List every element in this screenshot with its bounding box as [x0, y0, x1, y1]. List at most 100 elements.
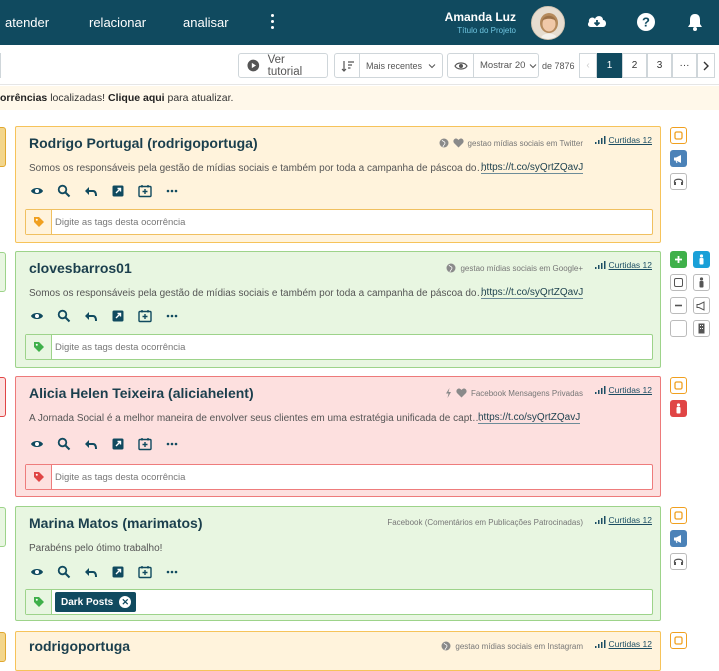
card-curtidas[interactable]: Curtidas 12	[594, 515, 652, 525]
nav-analisar[interactable]: analisar	[183, 15, 229, 30]
minus-icon[interactable]	[670, 297, 687, 314]
headset-icon[interactable]	[670, 173, 687, 190]
show-count-select[interactable]: Mostrar 20	[447, 53, 539, 78]
more-menu-icon[interactable]	[268, 11, 276, 33]
open-external-icon[interactable]	[111, 565, 125, 579]
occurrence-card[interactable]: Marina Matos (marimatos) Facebook (Comen…	[15, 506, 661, 621]
view-icon[interactable]	[30, 437, 44, 451]
building-icon[interactable]	[693, 320, 710, 337]
card-selection-thumb[interactable]	[0, 127, 6, 167]
curtidas-label: Curtidas 12	[608, 639, 652, 649]
card-curtidas[interactable]: Curtidas 12	[594, 639, 652, 649]
add-event-icon[interactable]	[138, 437, 152, 451]
card-author[interactable]: Rodrigo Portugal (rodrigoportuga)	[29, 135, 258, 151]
remove-tag-icon[interactable]: ✕	[119, 596, 132, 608]
more-pages-button[interactable]: ···	[672, 53, 697, 78]
person-icon[interactable]	[670, 400, 687, 417]
card-selection-thumb[interactable]	[0, 252, 6, 292]
view-icon[interactable]	[30, 184, 44, 198]
occurrence-card[interactable]: rodrigoportuga gestao mídias sociais em …	[15, 631, 661, 671]
page-1-button[interactable]: 1	[597, 53, 622, 78]
reply-icon[interactable]	[84, 437, 98, 451]
occurrence-card[interactable]: clovesbarros01 gestao mídias sociais em …	[15, 251, 661, 368]
heart-icon[interactable]	[456, 388, 467, 398]
card-selection-thumb[interactable]	[0, 377, 6, 417]
search-icon[interactable]	[57, 437, 71, 451]
megaphone-icon[interactable]	[670, 530, 687, 547]
more-icon[interactable]	[165, 437, 179, 451]
reply-icon[interactable]	[84, 565, 98, 579]
heart-icon[interactable]	[452, 138, 464, 148]
card-author[interactable]: rodrigoportuga	[29, 638, 130, 654]
card-author[interactable]: clovesbarros01	[29, 260, 132, 276]
help-icon[interactable]: ?	[635, 11, 657, 33]
eye-icon	[454, 61, 468, 70]
tag-placeholder: Digite as tags desta ocorrência	[55, 216, 186, 228]
project-name[interactable]: Título do Projeto	[457, 26, 516, 35]
card-selection-thumb[interactable]	[0, 632, 6, 662]
tag-input[interactable]: Digite as tags desta ocorrência	[25, 209, 653, 235]
tag-input[interactable]: Digite as tags desta ocorrência	[25, 334, 653, 360]
card-author[interactable]: Marina Matos (marimatos)	[29, 515, 202, 531]
reply-icon[interactable]	[84, 309, 98, 323]
view-icon[interactable]	[30, 309, 44, 323]
sort-select[interactable]: Mais recentes	[334, 53, 443, 78]
empty-button[interactable]	[670, 320, 687, 337]
notifications-bell-icon[interactable]	[684, 11, 706, 33]
card-link[interactable]: https://t.co/syQrtZQavJ	[481, 162, 584, 174]
prev-page-button[interactable]: ‹	[579, 53, 597, 78]
headset-icon[interactable]	[670, 553, 687, 570]
open-external-icon[interactable]	[111, 184, 125, 198]
card-author[interactable]: Alicia Helen Teixeira (aliciahelent)	[29, 385, 254, 401]
tutorial-button[interactable]: Ver tutorial	[238, 53, 328, 78]
megaphone-outline-icon[interactable]	[693, 297, 710, 314]
card-selection-thumb[interactable]	[0, 507, 6, 547]
cloud-download-icon[interactable]	[586, 11, 608, 33]
person-icon[interactable]	[693, 251, 710, 268]
view-icon[interactable]	[30, 565, 44, 579]
status-pending-button[interactable]	[670, 127, 687, 144]
card-link[interactable]: https://t.co/syQrtZQavJ	[478, 412, 581, 424]
more-icon[interactable]	[165, 184, 179, 198]
card-curtidas[interactable]: Curtidas 12	[594, 135, 652, 145]
card-source: gestao mídias sociais em Google+	[446, 263, 583, 273]
card-text: Somos os responsáveis pela gestão de míd…	[29, 288, 487, 299]
status-pending-button[interactable]	[670, 377, 687, 394]
tag-chip[interactable]: Dark Posts ✕	[55, 592, 137, 612]
status-pending-button[interactable]	[670, 632, 687, 649]
page-2-button[interactable]: 2	[622, 53, 647, 78]
reply-icon[interactable]	[84, 184, 98, 198]
avatar[interactable]	[531, 6, 565, 40]
person-outline-icon[interactable]	[693, 274, 710, 291]
next-page-button[interactable]	[697, 53, 715, 78]
more-icon[interactable]	[165, 309, 179, 323]
card-link[interactable]: https://t.co/syQrtZQavJ	[481, 287, 584, 299]
card-source: gestao mídias sociais em Twitter	[439, 138, 583, 148]
refresh-link[interactable]: Clique aqui	[108, 92, 165, 104]
open-external-icon[interactable]	[111, 309, 125, 323]
status-pending-button[interactable]	[670, 507, 687, 524]
add-event-icon[interactable]	[138, 309, 152, 323]
nav-atender[interactable]: atender	[5, 15, 49, 30]
tag-input[interactable]: Dark Posts ✕	[25, 589, 653, 615]
page-3-button[interactable]: 3	[647, 53, 672, 78]
user-name[interactable]: Amanda Luz	[445, 10, 516, 24]
nav-relacionar[interactable]: relacionar	[89, 15, 146, 30]
card-curtidas[interactable]: Curtidas 12	[594, 260, 652, 270]
search-icon[interactable]	[57, 309, 71, 323]
card-actions	[30, 184, 179, 198]
add-event-icon[interactable]	[138, 184, 152, 198]
search-icon[interactable]	[57, 565, 71, 579]
more-icon[interactable]	[165, 565, 179, 579]
megaphone-icon[interactable]	[670, 150, 687, 167]
card-text: Somos os responsáveis pela gestão de míd…	[29, 163, 487, 174]
search-icon[interactable]	[57, 184, 71, 198]
occurrence-card[interactable]: Rodrigo Portugal (rodrigoportuga) gestao…	[15, 126, 661, 243]
add-button[interactable]	[670, 251, 687, 268]
checkbox-icon[interactable]	[670, 274, 687, 291]
tag-input[interactable]: Digite as tags desta ocorrência	[25, 464, 653, 490]
add-event-icon[interactable]	[138, 565, 152, 579]
occurrence-card[interactable]: Alicia Helen Teixeira (aliciahelent) Fac…	[15, 376, 661, 497]
open-external-icon[interactable]	[111, 437, 125, 451]
card-curtidas[interactable]: Curtidas 12	[594, 385, 652, 395]
